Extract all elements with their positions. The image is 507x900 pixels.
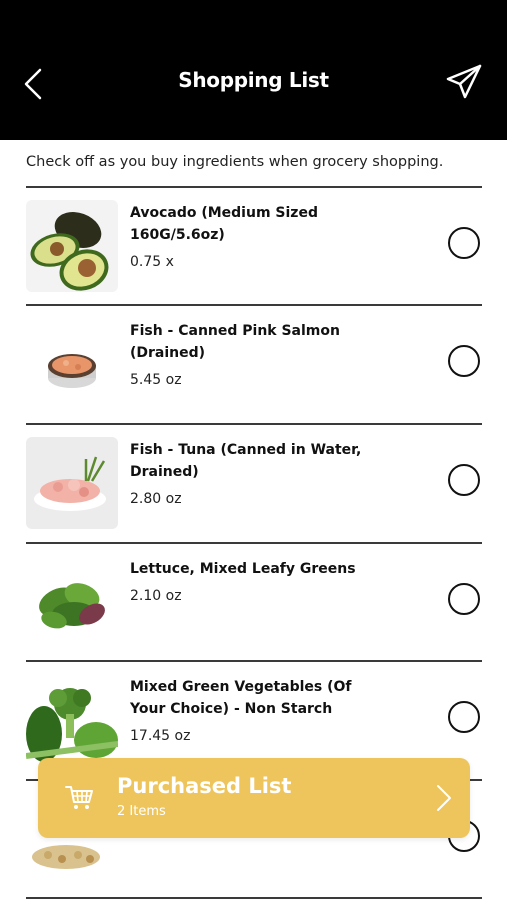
item-quantity: 17.45 oz: [130, 728, 191, 744]
green-vegetables-image: [26, 674, 118, 766]
item-name: Fish - Tuna (Canned in Water, Drained): [130, 442, 362, 480]
list-item[interactable]: Fish - Tuna (Canned in Water, Drained) 2…: [26, 425, 482, 543]
item-quantity: 5.45 oz: [130, 372, 182, 388]
item-quantity: 2.10 oz: [130, 588, 182, 604]
list-item[interactable]: Avocado (Medium Sized 160G/5.6oz) 0.75 x: [26, 188, 482, 306]
check-circle[interactable]: [448, 227, 480, 259]
check-circle[interactable]: [448, 464, 480, 496]
check-circle[interactable]: [448, 345, 480, 377]
item-quantity: 2.80 oz: [130, 491, 182, 507]
check-circle[interactable]: [448, 701, 480, 733]
item-name: Lettuce, Mixed Leafy Greens: [130, 561, 356, 577]
instructions-text: Check off as you buy ingredients when gr…: [26, 154, 444, 170]
check-circle[interactable]: [448, 583, 480, 615]
tuna-image: [26, 437, 118, 529]
item-name: Mixed Green Vegetables (Of Your Choice) …: [130, 679, 352, 717]
list-item[interactable]: Lettuce, Mixed Leafy Greens 2.10 oz: [26, 544, 482, 662]
app-header: Shopping List: [0, 0, 507, 140]
list-item[interactable]: Fish - Canned Pink Salmon (Drained) 5.45…: [26, 306, 482, 424]
purchased-item-count: 2 Items: [117, 804, 166, 819]
canned-salmon-image: [26, 318, 118, 410]
lettuce-image: [26, 556, 118, 648]
cart-icon: [65, 786, 93, 809]
page-title: Shopping List: [178, 68, 329, 92]
item-name: Avocado (Medium Sized 160G/5.6oz): [130, 205, 318, 243]
send-icon[interactable]: [444, 62, 484, 102]
chevron-right-icon: [437, 785, 451, 811]
item-name: Fish - Canned Pink Salmon (Drained): [130, 323, 340, 361]
avocado-image: [26, 200, 118, 292]
item-quantity: 0.75 x: [130, 254, 174, 270]
purchased-list-title: Purchased List: [117, 774, 292, 798]
purchased-list-button[interactable]: Purchased List 2 Items: [38, 758, 470, 838]
